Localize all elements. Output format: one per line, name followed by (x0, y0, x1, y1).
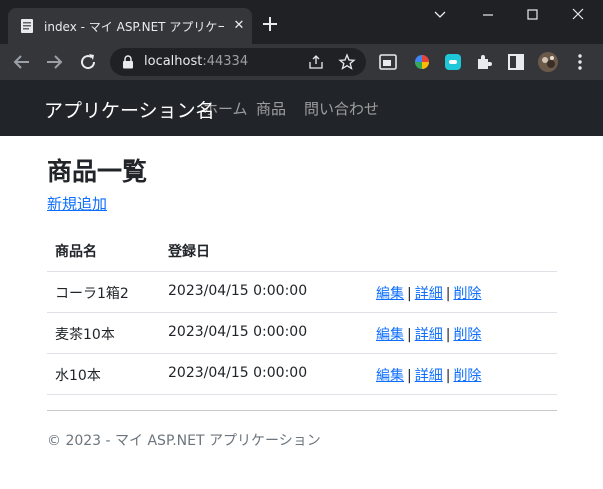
edit-link[interactable]: 編集 (376, 286, 404, 302)
profile-avatar[interactable] (536, 50, 560, 74)
action-separator: | (407, 286, 412, 302)
picture-in-picture-icon[interactable] (376, 50, 400, 74)
site-brand[interactable]: アプリケーション名 (44, 96, 215, 123)
forward-arrow-icon[interactable] (42, 50, 66, 74)
action-separator: | (407, 327, 412, 343)
url-text: localhost:44334 (144, 54, 249, 69)
table-row: 麦茶10本 2023/04/15 0:00:00 編集 | 詳細 | 削除 (47, 313, 557, 354)
product-name: 水10本 (55, 368, 101, 384)
page-viewport: アプリケーション名 ホーム 商品 問い合わせ 商品一覧 新規追加 商品名 登録日… (0, 80, 603, 489)
page-title: 商品一覧 (47, 157, 148, 186)
tab-title: index - マイ ASP.NET アプリケーション (44, 20, 224, 34)
footer-divider (47, 410, 557, 411)
back-arrow-icon[interactable] (10, 50, 34, 74)
action-separator: | (407, 368, 412, 384)
nav-link-contact[interactable]: 問い合わせ (304, 98, 379, 119)
footer-copyright: © 2023 - マイ ASP.NET アプリケーション (47, 433, 321, 449)
row-actions: 編集 | 詳細 | 削除 (376, 324, 481, 344)
browser-menu-icon[interactable] (568, 50, 592, 74)
maximize-icon[interactable] (520, 4, 544, 24)
new-tab-icon[interactable] (260, 14, 280, 34)
edit-link[interactable]: 編集 (376, 327, 404, 343)
chat-extension-icon[interactable] (441, 50, 465, 74)
nav-link-home[interactable]: ホーム (203, 98, 248, 119)
column-header-date: 登録日 (168, 244, 210, 260)
action-separator: | (445, 286, 451, 302)
product-name: コーラ1箱2 (55, 286, 129, 302)
create-new-link[interactable]: 新規追加 (47, 193, 107, 214)
extensions-puzzle-icon[interactable] (472, 50, 496, 74)
address-bar[interactable]: localhost:44334 (110, 48, 366, 76)
tab-close-icon[interactable]: ✕ (230, 17, 248, 35)
registered-date: 2023/04/15 0:00:00 (168, 283, 308, 299)
products-table: 商品名 登録日 コーラ1箱2 2023/04/15 0:00:00 編集 | 詳細 |… (47, 230, 557, 395)
details-link[interactable]: 詳細 (415, 286, 443, 302)
bookmark-star-icon[interactable] (338, 53, 356, 71)
close-window-icon[interactable] (566, 4, 590, 24)
column-header-name: 商品名 (55, 244, 97, 260)
table-row: 水10本 2023/04/15 0:00:00 編集 | 詳細 | 削除 (47, 354, 557, 395)
lock-icon[interactable] (122, 55, 134, 69)
page-icon (21, 19, 33, 33)
details-link[interactable]: 詳細 (415, 368, 443, 384)
color-extension-icon[interactable] (410, 50, 434, 74)
share-icon[interactable] (308, 54, 324, 70)
minimize-icon[interactable] (476, 4, 500, 24)
row-actions: 編集 | 詳細 | 削除 (376, 283, 481, 303)
site-navbar: アプリケーション名 ホーム 商品 問い合わせ (0, 80, 603, 136)
row-actions: 編集 | 詳細 | 削除 (376, 365, 481, 385)
delete-link[interactable]: 削除 (453, 286, 481, 302)
product-name: 麦茶10本 (55, 327, 115, 343)
reload-icon[interactable] (76, 50, 100, 74)
table-row: コーラ1箱2 2023/04/15 0:00:00 編集 | 詳細 | 削除 (47, 272, 557, 313)
browser-toolbar: localhost:44334 (0, 44, 603, 80)
action-separator: | (445, 368, 451, 384)
details-link[interactable]: 詳細 (415, 327, 443, 343)
registered-date: 2023/04/15 0:00:00 (168, 365, 308, 381)
side-panel-icon[interactable] (504, 50, 528, 74)
tab-strip: index - マイ ASP.NET アプリケーション ✕ (0, 0, 603, 44)
tab-search-chevron-icon[interactable] (428, 4, 452, 24)
delete-link[interactable]: 削除 (453, 368, 481, 384)
action-separator: | (445, 327, 451, 343)
table-header-row: 商品名 登録日 (47, 230, 557, 272)
nav-link-products[interactable]: 商品 (256, 98, 286, 119)
delete-link[interactable]: 削除 (453, 327, 481, 343)
registered-date: 2023/04/15 0:00:00 (168, 324, 308, 340)
browser-tab[interactable]: index - マイ ASP.NET アプリケーション ✕ (8, 8, 252, 44)
edit-link[interactable]: 編集 (376, 368, 404, 384)
